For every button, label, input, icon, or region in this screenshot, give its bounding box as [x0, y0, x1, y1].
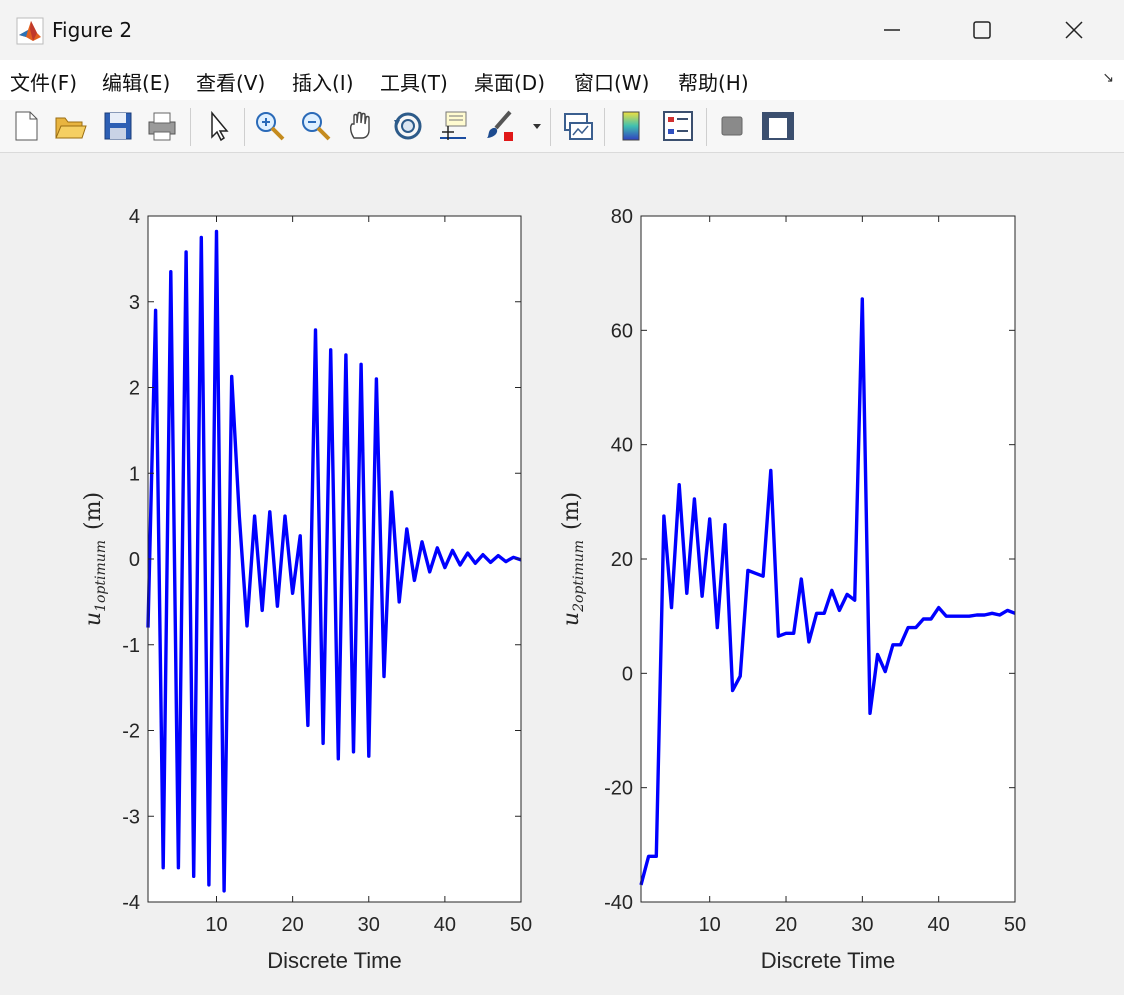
collapse-arrow-icon[interactable]: ↘ [1102, 70, 1114, 86]
close-button[interactable] [1034, 0, 1114, 60]
x-tick-label: 10 [699, 914, 721, 936]
toolbar-separator [244, 108, 245, 146]
menu-tools[interactable]: 工具(T) [380, 67, 448, 96]
new-file-icon[interactable] [8, 108, 44, 144]
brush-icon[interactable] [482, 108, 518, 144]
x-tick-label: 20 [775, 914, 797, 936]
y-tick-label: -20 [604, 778, 633, 800]
y-tick-label: -3 [122, 806, 140, 828]
menu-help[interactable]: 帮助(H) [678, 67, 749, 96]
menu-file[interactable]: 文件(F) [10, 67, 77, 96]
x-tick-label: 50 [1004, 914, 1026, 936]
y-tick-label: -40 [604, 892, 633, 914]
print-icon[interactable] [144, 108, 180, 144]
plot-area [641, 216, 1015, 902]
x-tick-label: 50 [510, 914, 532, 936]
y-tick-label: 80 [611, 206, 633, 228]
title-bar: Figure 2 [0, 0, 1124, 61]
minimize-icon [884, 29, 900, 31]
y-tick-label: 3 [129, 292, 140, 314]
x-tick-label: 30 [851, 914, 873, 936]
show-plot-tools-icon[interactable] [760, 108, 796, 144]
figure-canvas: -4 -3 -2 -1 0 1 2 3 4 10 20 30 40 50 Discrete Time u1op… [0, 153, 1124, 995]
y-tick-label: -2 [122, 721, 140, 743]
legend-icon[interactable] [660, 108, 696, 144]
zoom-in-icon[interactable] [252, 108, 288, 144]
y-axis-label-symbol: u [81, 612, 106, 626]
x-tick-label: 40 [928, 914, 950, 936]
y-tick-label: 0 [129, 549, 140, 571]
colorbar-icon[interactable] [614, 108, 650, 144]
x-tick-label: 40 [434, 914, 456, 936]
toolbar-separator [706, 108, 707, 146]
maximize-icon [973, 21, 991, 39]
x-tick-label: 20 [282, 914, 304, 936]
pan-hand-icon[interactable] [344, 108, 380, 144]
menu-desktop[interactable]: 桌面(D) [474, 67, 545, 96]
y-axis-label: u2optimum (m) [560, 492, 587, 626]
y-tick-label: -4 [122, 892, 140, 914]
zoom-out-icon[interactable] [298, 108, 334, 144]
toolbar-separator [604, 108, 605, 146]
y-axis-label: u1optimum (m) [81, 492, 109, 626]
y-tick-label: 0 [622, 663, 633, 685]
subplot-left[interactable]: -4 -3 -2 -1 0 1 2 3 4 10 20 30 40 50 Discrete Time u1op… [0, 153, 560, 995]
toolbar [0, 100, 1124, 153]
x-tick-label: 30 [358, 914, 380, 936]
y-tick-label: 20 [611, 549, 633, 571]
y-axis-label-subscript: 1optimum [93, 540, 109, 612]
y-tick-label: 2 [129, 378, 140, 400]
brush-dropdown-icon[interactable] [528, 108, 546, 144]
toolbar-separator [190, 108, 191, 146]
window-title: Figure 2 [52, 18, 133, 42]
y-tick-label: 1 [129, 463, 140, 485]
menu-view[interactable]: 查看(V) [196, 67, 265, 96]
y-axis-label-subscript: 2optimum [571, 540, 587, 613]
figure-window: Figure 2 文件(F) 编辑(E) 查看(V) 插入(I) 工具(T) 桌… [0, 0, 1124, 995]
open-folder-icon[interactable] [52, 108, 88, 144]
menu-bar: 文件(F) 编辑(E) 查看(V) 插入(I) 工具(T) 桌面(D) 窗口(W… [0, 60, 1124, 101]
menu-insert[interactable]: 插入(I) [292, 67, 354, 96]
y-tick-label: 60 [611, 320, 633, 342]
y-axis-label-unit: (m) [560, 492, 584, 530]
save-icon[interactable] [100, 108, 136, 144]
matlab-logo-icon [16, 17, 44, 45]
y-tick-label: 4 [129, 206, 140, 228]
y-axis-label-symbol: u [560, 612, 584, 626]
x-axis-label: Discrete Time [761, 948, 895, 973]
pointer-arrow-icon[interactable] [200, 108, 236, 144]
y-axis-label-unit: (m) [81, 492, 106, 530]
x-axis-label: Discrete Time [267, 948, 401, 973]
subplot-right[interactable]: -40 -20 0 20 40 60 80 10 20 30 40 50 Discrete Time u2… [560, 153, 1124, 995]
data-cursor-icon[interactable] [436, 108, 472, 144]
toolbar-separator [550, 108, 551, 146]
maximize-button[interactable] [942, 0, 1022, 60]
y-tick-label: 40 [611, 435, 633, 457]
x-tick-label: 10 [205, 914, 227, 936]
minimize-button[interactable] [852, 0, 932, 60]
close-icon [1065, 21, 1083, 39]
rotate-3d-icon[interactable] [390, 108, 426, 144]
menu-window[interactable]: 窗口(W) [574, 67, 649, 96]
y-tick-label: -1 [122, 635, 140, 657]
hide-plot-tools-icon[interactable] [714, 108, 750, 144]
menu-edit[interactable]: 编辑(E) [102, 67, 170, 96]
link-plot-icon[interactable] [560, 108, 596, 144]
